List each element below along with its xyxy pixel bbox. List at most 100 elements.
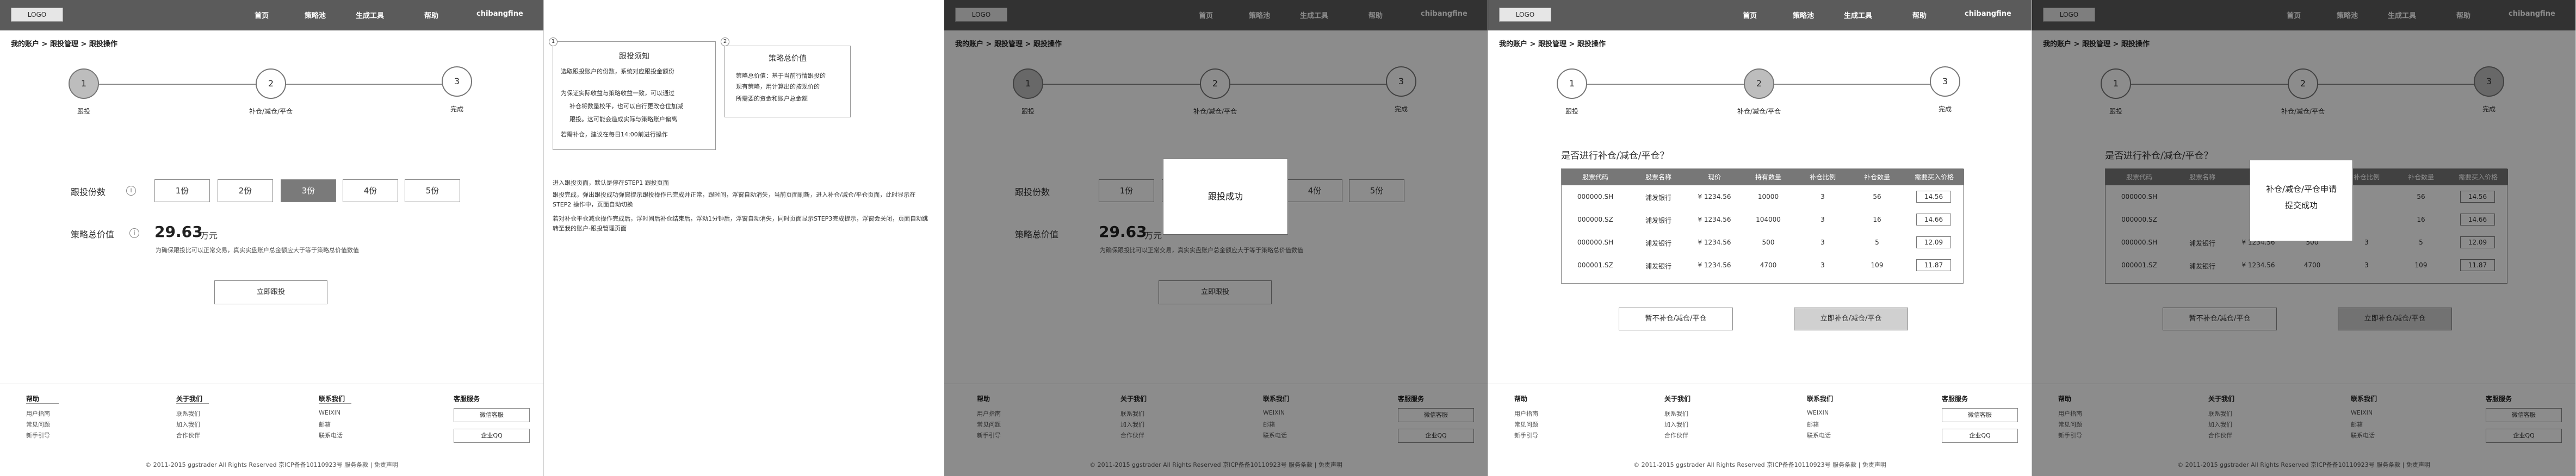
- wechat-service-button[interactable]: 微信客服: [1942, 408, 2018, 422]
- nav-user[interactable]: chibangfine: [1965, 10, 2011, 18]
- top-nav-bar: LOGO 首页 策略池 生成工具 帮助 chibangfine: [1488, 0, 2032, 30]
- step-1-label: 跟投: [77, 108, 90, 115]
- cell-holding: 4700: [1760, 261, 1777, 269]
- share-option-1[interactable]: 1份: [154, 179, 210, 202]
- logo: LOGO: [1499, 8, 1551, 22]
- footer-link[interactable]: 用户指南: [1514, 409, 1538, 418]
- nav-home[interactable]: 首页: [255, 10, 269, 20]
- cell-qty: 5: [1875, 239, 1879, 246]
- cell-price: ¥ 1234.56: [1698, 239, 1731, 246]
- share-option-3[interactable]: 3份: [281, 179, 336, 202]
- info-icon[interactable]: i: [129, 228, 139, 238]
- footer-link[interactable]: WEIXIN: [1807, 409, 1829, 416]
- cell-ratio: 3: [1820, 239, 1825, 246]
- cell-code: 000001.SZ: [1577, 261, 1613, 269]
- footer-divider: [26, 403, 59, 404]
- breadcrumb: 我的账户 > 跟投管理 > 跟投操作: [11, 40, 117, 48]
- screen-step1: LOGO 首页 策略池 生成工具 帮助 chibangfine 我的账户 > 跟…: [0, 0, 544, 476]
- qq-service-button[interactable]: 企业QQ: [1942, 429, 2018, 443]
- cell-name: 浦发银行: [1645, 194, 1671, 202]
- cell-code: 000000.SH: [1577, 193, 1614, 201]
- footer-link[interactable]: WEIXIN: [319, 409, 340, 416]
- share-option-2[interactable]: 2份: [218, 179, 273, 202]
- copyright: © 2011-2015 ggstrader All Rights Reserve…: [145, 461, 398, 468]
- footer-contact-title: 联系我们: [1807, 395, 1834, 403]
- note-title: 跟投须知: [619, 52, 649, 61]
- nav-home[interactable]: 首页: [1743, 10, 1757, 20]
- nav-strategy-pool[interactable]: 策略池: [1793, 10, 1814, 20]
- follow-now-button[interactable]: 立即跟投: [214, 280, 327, 304]
- footer-link[interactable]: 新手引导: [1514, 431, 1538, 440]
- footer-help-title: 帮助: [26, 395, 40, 403]
- col-header: 股票代码: [1562, 169, 1629, 185]
- footer-divider: [176, 403, 209, 404]
- modal-overlay[interactable]: [944, 0, 1488, 476]
- step-2-label: 补仓/减仓/平仓: [249, 108, 293, 115]
- screen-follow-success: LOGO 首页 策略池 生成工具 帮助 chibangfine 我的账户 > 跟…: [944, 0, 1488, 476]
- col-header: 需要买入价格: [1904, 169, 1964, 185]
- confirm-rebalance-button[interactable]: 立即补仓/减仓/平仓: [1794, 308, 1908, 330]
- col-header: 现价: [1688, 169, 1741, 185]
- step-1-label: 跟投: [1565, 108, 1578, 115]
- footer: 帮助 用户指南 常见问题 新手引导 关于我们 联系我们 加入我们 合作伙伴 联系…: [1488, 384, 2032, 476]
- note-line: 选取跟投账户的份数，系统对应跟投金额份: [561, 68, 674, 75]
- annotation-panel: 1 跟投须知 选取跟投账户的份数，系统对应跟投金额份 为保证实际收益与策略收益一…: [544, 0, 944, 476]
- note-line: 所需要的资金和账户总金额: [736, 95, 808, 102]
- buy-price-input[interactable]: 14.56: [1916, 191, 1951, 203]
- nav-tools[interactable]: 生成工具: [1844, 10, 1872, 20]
- share-option-4[interactable]: 4份: [343, 179, 398, 202]
- buy-price-input[interactable]: 14.66: [1916, 214, 1951, 226]
- cell-holding: 104000: [1756, 216, 1781, 223]
- footer-divider: [319, 403, 351, 404]
- footer-link[interactable]: 新手引导: [26, 431, 50, 440]
- cell-holding: 10000: [1757, 193, 1779, 201]
- footer-link[interactable]: 联系电话: [319, 431, 343, 440]
- cell-name: 浦发银行: [1645, 262, 1671, 270]
- note-line: 策略总价值：基于当前行情跟投的: [736, 72, 826, 79]
- cell-code: 000000.SZ: [1577, 216, 1613, 223]
- footer-link[interactable]: 联系电话: [1807, 431, 1831, 440]
- footer-link[interactable]: 用户指南: [26, 409, 50, 418]
- cell-price: ¥ 1234.56: [1698, 216, 1731, 223]
- buy-price-input[interactable]: 12.09: [1916, 236, 1951, 248]
- footer-link[interactable]: 邮箱: [1807, 420, 1819, 429]
- footer-link[interactable]: 合作伙伴: [1664, 431, 1688, 440]
- info-icon[interactable]: i: [126, 186, 136, 196]
- step-3-circle: 3: [442, 66, 472, 97]
- footer-link[interactable]: 加入我们: [1664, 420, 1688, 429]
- cell-name: 浦发银行: [1645, 217, 1671, 224]
- footer-link[interactable]: 联系我们: [1664, 409, 1688, 418]
- skip-rebalance-button[interactable]: 暂不补仓/减仓/平仓: [1619, 308, 1733, 330]
- footer-link[interactable]: 合作伙伴: [176, 431, 200, 440]
- footer-service-title: 客服服务: [454, 395, 480, 403]
- wechat-service-button[interactable]: 微信客服: [454, 408, 530, 422]
- desc-text: 若对补仓平仓减仓操作完成后，浮时间后补仓结束后，浮动1分钟后，浮窗自动消失，同时…: [553, 215, 928, 232]
- buy-price-input[interactable]: 11.87: [1916, 259, 1951, 271]
- footer-link[interactable]: 联系我们: [176, 409, 200, 418]
- footer-link[interactable]: 常见问题: [1514, 420, 1538, 429]
- cell-code: 000000.SH: [1577, 239, 1614, 246]
- total-hint: 为确保跟投比可以正常交易，真实实盘账户总金额应大于等于策略总价值数值: [156, 247, 359, 254]
- step-3-label: 完成: [450, 105, 463, 113]
- footer-contact-title: 联系我们: [319, 395, 345, 403]
- share-option-5[interactable]: 5份: [405, 179, 460, 202]
- col-header: 持有数量: [1741, 169, 1795, 185]
- top-nav-bar: LOGO 首页 策略池 生成工具 帮助 chibangfine: [0, 0, 543, 30]
- footer-link[interactable]: 邮箱: [319, 420, 331, 429]
- cell-ratio: 3: [1820, 193, 1825, 201]
- nav-strategy-pool[interactable]: 策略池: [305, 10, 326, 20]
- footer-link[interactable]: 常见问题: [26, 420, 50, 429]
- footer: 帮助 用户指南 常见问题 新手引导 关于我们 联系我们 加入我们 合作伙伴 联系…: [0, 384, 543, 476]
- breadcrumb: 我的账户 > 跟投管理 > 跟投操作: [1499, 40, 1606, 48]
- footer-link[interactable]: 加入我们: [176, 420, 200, 429]
- nav-help[interactable]: 帮助: [1912, 10, 1927, 20]
- qq-service-button[interactable]: 企业QQ: [454, 429, 530, 443]
- logo: LOGO: [11, 8, 63, 22]
- nav-tools[interactable]: 生成工具: [356, 10, 384, 20]
- cell-qty: 109: [1871, 261, 1884, 269]
- step-3-label: 完成: [1938, 105, 1952, 113]
- nav-user[interactable]: chibangfine: [476, 10, 523, 18]
- step-2-circle: 2: [1744, 68, 1774, 99]
- nav-help[interactable]: 帮助: [424, 10, 438, 20]
- footer-about-title: 关于我们: [176, 395, 203, 403]
